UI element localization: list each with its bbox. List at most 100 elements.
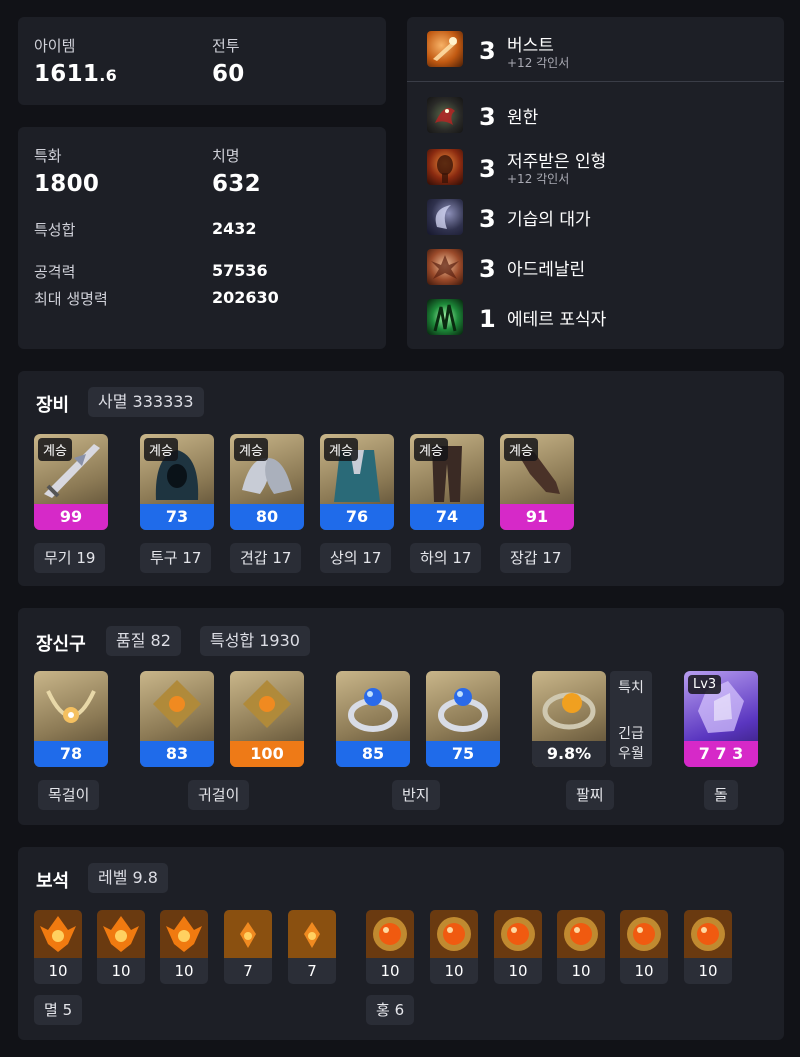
cursed-doll-icon-glyph	[437, 155, 453, 183]
engraving-row[interactable]: 3 아드레날린	[407, 245, 784, 289]
engraving-row[interactable]: 3 원한	[407, 93, 784, 137]
label-bracelet: 팔찌	[566, 780, 614, 810]
grudge-icon-glyph	[435, 107, 455, 125]
engravings-card: 3 버스트 +12 각인서 3 원한 3 저주받은 인형 +12 각인서 3 기…	[407, 17, 784, 349]
gem-slot[interactable]: 10	[97, 910, 145, 984]
item-level-card: 아이템 1611.6 전투 60	[18, 17, 386, 105]
engraving-book: +12 각인서	[507, 172, 570, 186]
quality-bar: 99	[34, 504, 108, 530]
quality-bar: 73	[140, 504, 214, 530]
accessory-slot-earring-2[interactable]: 100	[230, 671, 304, 767]
engraving-level: 3	[479, 205, 496, 233]
set-effect-pill: 사멸 333333	[88, 387, 204, 417]
gem-group-label-orb: 홍 6	[366, 995, 415, 1025]
spec-value: 1800	[34, 171, 100, 197]
gem-level: 10	[48, 962, 68, 980]
max-hp-value: 202630	[212, 288, 279, 307]
gem-level: 10	[380, 962, 400, 980]
gem-group-label-flame: 멸 5	[34, 995, 83, 1025]
engraving-book: +12 각인서	[507, 56, 570, 70]
gem-level: 10	[634, 962, 654, 980]
equipment-label-chest: 상의 17	[320, 543, 392, 573]
label-necklace: 목걸이	[38, 780, 100, 810]
engraving-name: 아드레날린	[507, 260, 586, 280]
engraving-name: 기습의 대가	[507, 210, 591, 230]
engraving-row[interactable]: 3 저주받은 인형 +12 각인서	[407, 145, 784, 189]
engraving-row[interactable]: 1 에테르 포식자	[407, 295, 784, 339]
gem-level: 10	[508, 962, 528, 980]
accessory-slot-bracelet[interactable]: 9.8%	[532, 671, 606, 767]
bracelet-icon	[542, 692, 596, 730]
equipment-slot-chest[interactable]: 계승 76	[320, 434, 394, 530]
equipment-title: 장비	[36, 395, 70, 416]
bracelet-effects-panel: 특치 긴급 우월	[610, 671, 652, 767]
earring-icon	[152, 679, 202, 729]
ring-icon	[438, 688, 488, 732]
stone-level-badge: Lv3	[688, 675, 722, 694]
accessories-card: 장신구 품질 82 특성합 1930 78 83 100 85 75 9.8% …	[18, 608, 784, 825]
gems-title: 보석	[36, 871, 70, 892]
equipment-slot-shoulder[interactable]: 계승 80	[230, 434, 304, 530]
quality-bar: 78	[34, 741, 108, 767]
flame-gem-icon	[288, 910, 336, 958]
label-stone: 돌	[704, 780, 738, 810]
cursed-doll-icon	[427, 149, 463, 185]
orb-gem-icon	[557, 910, 605, 958]
gem-slot[interactable]: 10	[160, 910, 208, 984]
gem-slot[interactable]: 10	[684, 910, 732, 984]
gem-slot[interactable]: 10	[494, 910, 542, 984]
label-earring: 귀걸이	[188, 780, 250, 810]
crit-label: 치명	[212, 147, 240, 165]
stats-card: 특화 1800 치명 632 특성합 2432 공격력 57536 최대 생명력…	[18, 127, 386, 349]
total-stat-label: 특성합	[34, 221, 76, 239]
burst-icon-glyph	[433, 37, 457, 61]
engraving-row[interactable]: 3 기습의 대가	[407, 195, 784, 239]
gem-slot[interactable]: 10	[366, 910, 414, 984]
grudge-icon	[427, 97, 463, 133]
accessory-slot-ring-2[interactable]: 75	[426, 671, 500, 767]
earring-icon	[242, 679, 292, 729]
quality-bar: 100	[230, 741, 304, 767]
quality-bar: 83	[140, 741, 214, 767]
gem-slot[interactable]: 10	[430, 910, 478, 984]
accessory-slot-earring-1[interactable]: 83	[140, 671, 214, 767]
necklace-icon	[46, 690, 96, 723]
gem-slot[interactable]: 10	[620, 910, 668, 984]
gem-slot[interactable]: 10	[557, 910, 605, 984]
ring-icon	[348, 688, 398, 732]
succession-badge: 계승	[234, 438, 268, 461]
accessory-slot-necklace[interactable]: 78	[34, 671, 108, 767]
engraving-level: 3	[479, 37, 496, 65]
attack-power-label: 공격력	[34, 263, 76, 281]
item-level-label: 아이템	[34, 37, 76, 55]
adrenaline-icon-glyph	[431, 255, 459, 279]
equipment-label-weapon: 무기 19	[34, 543, 106, 573]
gem-level: 10	[444, 962, 464, 980]
accessory-slot-stone[interactable]: Lv3 7 7 3	[684, 671, 758, 767]
gem-level: 10	[571, 962, 591, 980]
equipment-label-pants: 하의 17	[410, 543, 482, 573]
equipment-slot-gloves[interactable]: 계승 91	[500, 434, 574, 530]
gem-slot[interactable]: 10	[34, 910, 82, 984]
engraving-divider	[407, 81, 784, 82]
item-level-main: 1611	[34, 61, 100, 87]
gem-slot[interactable]: 7	[288, 910, 336, 984]
engraving-level: 1	[479, 305, 496, 333]
equipment-label-shoulder: 견갑 17	[230, 543, 302, 573]
equipment-label-gloves: 장갑 17	[500, 543, 572, 573]
flame-gem-icon	[34, 910, 82, 958]
gem-level: 7	[307, 962, 317, 980]
equipment-card: 장비 사멸 333333 계승 99 계승 73 계승 80 계승 76 계승 …	[18, 371, 784, 586]
equipment-slot-helmet[interactable]: 계승 73	[140, 434, 214, 530]
gem-level-pill: 레벨 9.8	[88, 863, 168, 893]
gem-slot[interactable]: 7	[224, 910, 272, 984]
engraving-name: 버스트	[507, 36, 554, 56]
ether-predator-icon	[427, 299, 463, 335]
engraving-name: 원한	[507, 108, 539, 128]
equipment-slot-pants[interactable]: 계승 74	[410, 434, 484, 530]
engraving-level: 3	[479, 155, 496, 183]
accessory-slot-ring-1[interactable]: 85	[336, 671, 410, 767]
quality-bar: 76	[320, 504, 394, 530]
equipment-slot-weapon[interactable]: 계승 99	[34, 434, 108, 530]
engraving-row[interactable]: 3 버스트 +12 각인서	[407, 27, 784, 71]
